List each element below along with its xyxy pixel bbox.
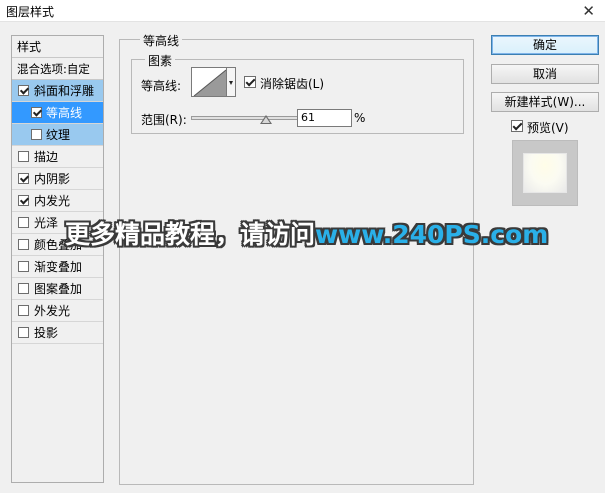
gradient-overlay-checkbox[interactable] xyxy=(18,261,29,272)
style-item-stroke[interactable]: 描边 xyxy=(12,146,103,168)
antialias-label[interactable]: 消除锯齿(L) xyxy=(260,75,324,92)
group-title: 等高线 xyxy=(140,32,183,49)
style-item-drop-shadow[interactable]: 投影 xyxy=(12,322,103,344)
watermark-text: 更多精品教程，请访问 xyxy=(65,220,316,249)
style-item-label: 等高线 xyxy=(46,106,83,120)
contour-dropdown-icon[interactable] xyxy=(227,67,236,97)
style-item-label: 图案叠加 xyxy=(34,282,83,296)
range-slider-thumb[interactable] xyxy=(260,115,273,124)
watermark: 更多精品教程，请访问www.240PS.com xyxy=(65,215,548,251)
range-input[interactable]: 61 xyxy=(297,109,352,127)
style-item-gradient-overlay[interactable]: 渐变叠加 xyxy=(12,256,103,278)
style-item-inner-shadow[interactable]: 内阴影 xyxy=(12,168,103,190)
style-item-label: 描边 xyxy=(34,150,59,164)
bevel-emboss-checkbox[interactable] xyxy=(18,85,29,96)
contour-preview[interactable] xyxy=(191,67,227,97)
elements-title: 图素 xyxy=(145,52,176,69)
inner-shadow-checkbox[interactable] xyxy=(18,173,29,184)
window-title: 图层样式 xyxy=(6,5,55,19)
blend-options-item[interactable]: 混合选项:自定 xyxy=(12,58,103,80)
style-item-label: 光泽 xyxy=(34,216,59,230)
style-item-label: 斜面和浮雕 xyxy=(34,84,95,98)
range-unit: % xyxy=(354,111,366,125)
watermark-site: www.240PS.com xyxy=(315,220,549,249)
contour-checkbox[interactable] xyxy=(31,107,42,118)
style-item-label: 外发光 xyxy=(34,304,71,318)
style-item-label: 渐变叠加 xyxy=(34,260,83,274)
outer-glow-checkbox[interactable] xyxy=(18,305,29,316)
style-list: 样式 混合选项:自定 斜面和浮雕 等高线 纹理 描边 内阴影 内发光 光泽 颜色… xyxy=(11,35,104,483)
cancel-button[interactable]: 取消 xyxy=(491,64,599,84)
style-item-texture[interactable]: 纹理 xyxy=(12,124,103,146)
style-item-contour[interactable]: 等高线 xyxy=(12,102,103,124)
layer-style-dialog: 样式 混合选项:自定 斜面和浮雕 等高线 纹理 描边 内阴影 内发光 光泽 颜色… xyxy=(0,22,605,493)
style-item-outer-glow[interactable]: 外发光 xyxy=(12,300,103,322)
style-preview xyxy=(512,140,578,206)
satin-checkbox[interactable] xyxy=(18,217,29,228)
style-item-label: 内发光 xyxy=(34,194,71,208)
contour-settings-group: 等高线 图素 等高线: 消除锯齿(L) 范围(R): 61 % xyxy=(119,32,474,485)
preview-checkbox[interactable] xyxy=(511,120,523,132)
style-list-header[interactable]: 样式 xyxy=(12,36,103,58)
style-item-pattern-overlay[interactable]: 图案叠加 xyxy=(12,278,103,300)
range-slider-track[interactable] xyxy=(191,116,314,120)
title-bar: 图层样式 ✕ xyxy=(0,0,605,22)
close-icon[interactable]: ✕ xyxy=(582,2,595,20)
style-item-inner-glow[interactable]: 内发光 xyxy=(12,190,103,212)
stroke-checkbox[interactable] xyxy=(18,151,29,162)
ok-button[interactable]: 确定 xyxy=(491,35,599,55)
style-item-label: 内阴影 xyxy=(34,172,71,186)
texture-checkbox[interactable] xyxy=(31,129,42,140)
pattern-overlay-checkbox[interactable] xyxy=(18,283,29,294)
inner-glow-checkbox[interactable] xyxy=(18,195,29,206)
contour-curve-icon xyxy=(193,69,226,96)
color-overlay-checkbox[interactable] xyxy=(18,239,29,250)
new-style-button[interactable]: 新建样式(W)... xyxy=(491,92,599,112)
drop-shadow-checkbox[interactable] xyxy=(18,327,29,338)
antialias-checkbox[interactable] xyxy=(244,76,256,88)
preview-label[interactable]: 预览(V) xyxy=(527,119,569,136)
contour-label: 等高线: xyxy=(141,79,182,93)
style-item-label: 纹理 xyxy=(46,128,71,142)
style-item-label: 投影 xyxy=(34,326,59,340)
range-label: 范围(R): xyxy=(141,113,187,127)
preview-swatch xyxy=(523,153,567,193)
elements-subgroup: 图素 等高线: 消除锯齿(L) 范围(R): 61 % xyxy=(131,52,464,134)
style-item-bevel-emboss[interactable]: 斜面和浮雕 xyxy=(12,80,103,102)
